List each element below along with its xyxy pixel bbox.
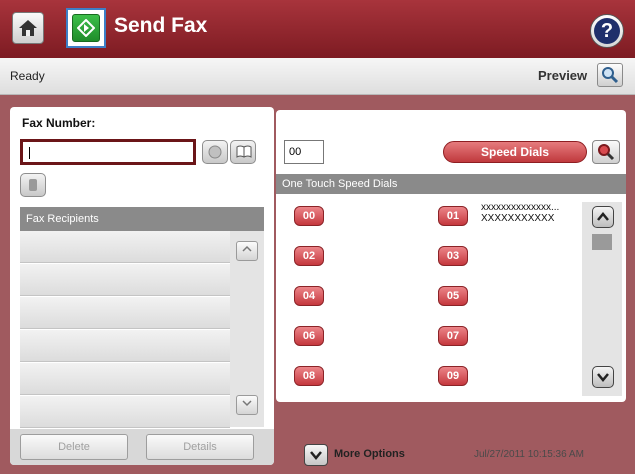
fax-number-label: Fax Number: <box>22 116 96 130</box>
recipients-scroll-up-button[interactable] <box>236 241 258 261</box>
chevron-up-icon <box>242 245 252 252</box>
details-button[interactable]: Details <box>146 434 254 460</box>
chevron-down-icon <box>242 400 252 407</box>
speed-dial-button-05[interactable]: 05 <box>438 286 468 306</box>
recipient-row[interactable] <box>20 396 230 428</box>
more-options-label[interactable]: More Options <box>334 448 405 460</box>
speed-dial-01-number: XXXXXXXXXXX <box>481 213 555 224</box>
fax-number-panel: Fax Number: Fax Recipients Delete Detail… <box>10 107 274 465</box>
magnifier-icon <box>602 67 619 84</box>
speed-dial-button-07[interactable]: 07 <box>438 326 468 346</box>
date-time: Jul/27/2011 10:15:36 AM <box>474 449 584 460</box>
address-book-button[interactable] <box>230 140 256 164</box>
speed-dial-button-01[interactable]: 01 <box>438 206 468 226</box>
speed-dials-panel: 00 Speed Dials One Touch Speed Dials 00 … <box>276 110 626 402</box>
recipient-row[interactable] <box>20 231 230 263</box>
more-options-button[interactable] <box>304 444 328 466</box>
recipients-scrollbar[interactable] <box>230 231 264 427</box>
one-touch-speed-dials-header: One Touch Speed Dials <box>276 174 626 194</box>
speed-dials-button[interactable]: Speed Dials <box>443 141 587 163</box>
help-icon: ? <box>594 18 620 44</box>
recipient-row[interactable] <box>20 363 230 395</box>
magnifier-icon <box>598 144 615 161</box>
address-book-icon <box>236 145 252 158</box>
preview-label: Preview <box>538 68 588 83</box>
keypad-button[interactable] <box>202 140 228 164</box>
speed-dial-button-08[interactable]: 08 <box>294 366 324 386</box>
keypad-icon <box>208 145 222 159</box>
fax-number-input[interactable] <box>20 139 196 165</box>
speed-dials-scroll-down-button[interactable] <box>592 366 614 388</box>
delete-button[interactable]: Delete <box>20 434 128 460</box>
chevron-down-icon <box>597 373 609 382</box>
recipient-row[interactable] <box>20 297 230 329</box>
header-bar: Send Fax ? <box>0 0 635 58</box>
recipient-row[interactable] <box>20 330 230 362</box>
recipient-actions-bar: Delete Details <box>10 429 274 465</box>
speed-dial-button-00[interactable]: 00 <box>294 206 324 226</box>
home-button[interactable] <box>12 12 44 44</box>
speed-dial-01-name: xxxxxxxxxxxxxx... <box>481 202 560 213</box>
speed-dials-scroll-up-button[interactable] <box>592 206 614 228</box>
chevron-down-icon <box>310 451 322 460</box>
speed-dial-button-06[interactable]: 06 <box>294 326 324 346</box>
remove-recipient-button[interactable] <box>20 173 46 197</box>
speed-dial-search-button[interactable] <box>592 140 620 164</box>
fax-recipients-header: Fax Recipients <box>20 207 264 231</box>
status-text: Ready <box>10 69 45 83</box>
chevron-up-icon <box>597 212 609 221</box>
preview-button[interactable] <box>597 63 623 87</box>
add-recipient-icon <box>29 179 37 191</box>
start-button-focus <box>66 8 106 48</box>
speed-dial-button-02[interactable]: 02 <box>294 246 324 266</box>
speed-dials-scroll-thumb[interactable] <box>592 234 612 250</box>
help-button[interactable]: ? <box>590 14 624 48</box>
speed-dial-button-03[interactable]: 03 <box>438 246 468 266</box>
speed-dial-button-04[interactable]: 04 <box>294 286 324 306</box>
speed-dial-button-09[interactable]: 09 <box>438 366 468 386</box>
start-button[interactable] <box>72 14 100 42</box>
text-caret <box>29 147 30 159</box>
home-icon <box>19 20 37 36</box>
start-icon <box>77 19 95 37</box>
page-title: Send Fax <box>114 14 208 37</box>
speed-dial-number-input[interactable]: 00 <box>284 140 324 164</box>
recipients-scroll-down-button[interactable] <box>236 395 258 415</box>
send-fax-screen: Send Fax ? Ready Preview Fax Number: Fax… <box>0 0 635 474</box>
recipient-row[interactable] <box>20 264 230 296</box>
status-bar: Ready Preview <box>0 58 635 95</box>
